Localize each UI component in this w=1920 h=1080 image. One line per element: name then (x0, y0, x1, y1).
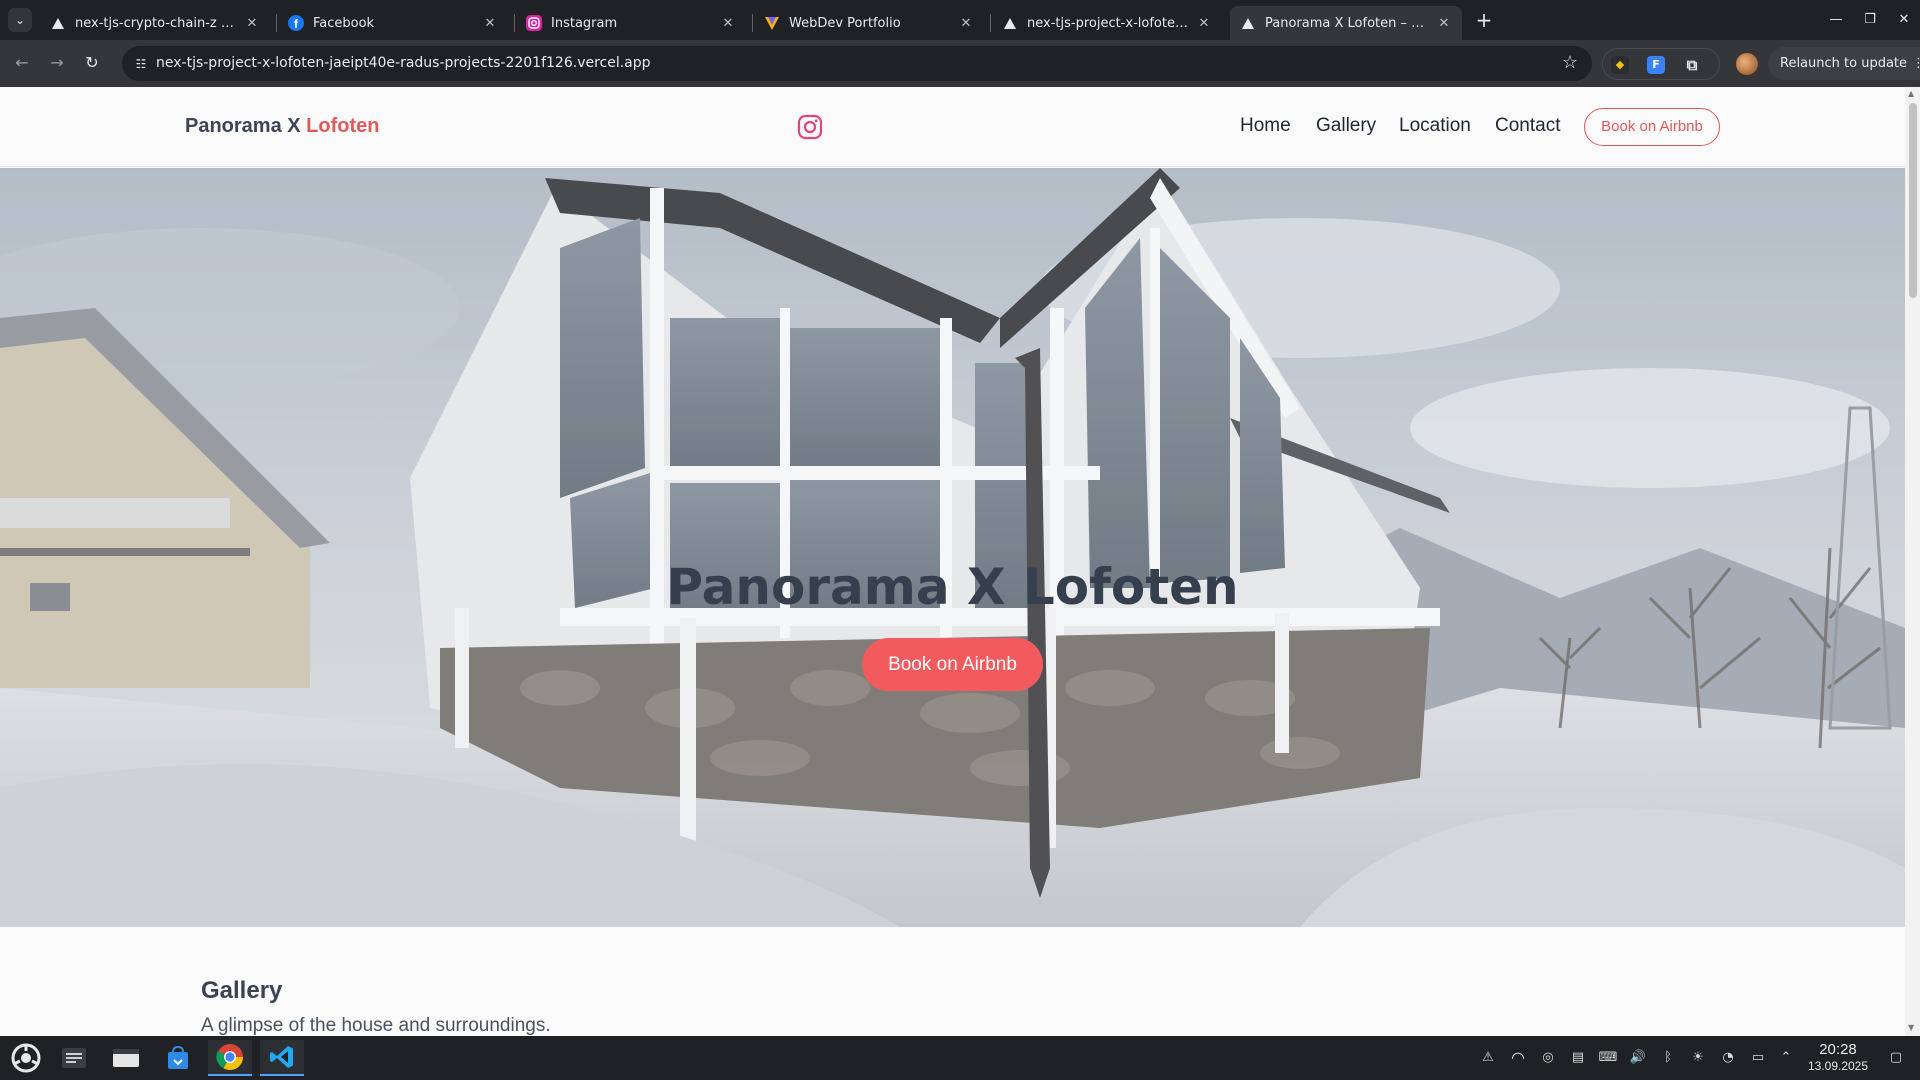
chrome-icon[interactable] (208, 1040, 252, 1076)
window-close-icon[interactable]: ✕ (1890, 8, 1918, 32)
tab-search-button[interactable]: ⌄ (8, 8, 32, 32)
header-book-airbnb-button[interactable]: Book on Airbnb (1584, 108, 1720, 146)
steam-icon[interactable]: ◠ (1508, 1048, 1528, 1068)
vercel-icon (50, 15, 66, 31)
software-store-icon[interactable] (156, 1040, 200, 1076)
url-text[interactable]: nex-tjs-project-x-lofoten-jaeipt40e-radu… (156, 55, 651, 71)
site-header: Panorama X Lofoten Home Gallery Location… (0, 87, 1905, 167)
instagram-icon (526, 15, 542, 31)
gallery-heading: Gallery (201, 977, 283, 1004)
hero-title: Panorama X Lofoten (666, 558, 1239, 616)
tab-webdev-portfolio[interactable]: WebDev Portfolio ✕ (754, 6, 984, 40)
keyboard-icon[interactable]: ⌨ (1598, 1048, 1618, 1068)
site-info-icon[interactable]: ☷ (132, 55, 150, 73)
tab-divider (990, 14, 991, 32)
close-icon[interactable]: ✕ (958, 16, 974, 31)
tab-facebook[interactable]: f Facebook ✕ (278, 6, 508, 40)
reload-icon[interactable]: ↻ (80, 51, 104, 75)
close-icon[interactable]: ✕ (1436, 16, 1452, 31)
tab-title: Instagram (551, 15, 618, 31)
vercel-icon (1240, 15, 1256, 31)
facebook-icon: f (288, 15, 304, 31)
battery-icon[interactable]: ▭ (1748, 1048, 1768, 1068)
sync-icon[interactable]: ◎ (1538, 1048, 1558, 1068)
hero-background-photo (0, 168, 1905, 927)
tab-title: WebDev Portfolio (789, 15, 901, 31)
more-menu-icon[interactable]: ⋮ (1912, 47, 1920, 80)
nav-location[interactable]: Location (1399, 115, 1471, 137)
minimize-icon[interactable]: — (1822, 8, 1850, 32)
tab-panorama-lofoten[interactable]: Panorama X Lofoten – Seas ✕ (1230, 6, 1462, 40)
extensions-puzzle-icon[interactable]: ⧉ (1683, 56, 1701, 74)
wifi-icon[interactable]: ◔ (1718, 1048, 1738, 1068)
profile-avatar[interactable] (1736, 53, 1758, 75)
page-viewport: Panorama X Lofoten Home Gallery Location… (0, 87, 1920, 1036)
clock-time: 20:28 (1819, 1041, 1857, 1058)
restore-icon[interactable]: ❐ (1856, 8, 1884, 32)
scrollbar-thumb[interactable] (1909, 103, 1917, 298)
tab-project-lofoten[interactable]: nex-tjs-project-x-lofoten – D ✕ (992, 6, 1222, 40)
gallery-subtitle: A glimpse of the house and surroundings. (201, 1015, 551, 1036)
extension-shield-icon[interactable]: ◆ (1611, 56, 1629, 74)
tab-strip: ⌄ nex-tjs-crypto-chain-z – Dep ✕ f Faceb… (0, 0, 1920, 40)
webdev-portfolio-icon (764, 15, 780, 31)
brand-name-part2: Lofoten (306, 115, 380, 137)
tab-title: nex-tjs-crypto-chain-z – Dep (75, 15, 238, 31)
address-bar[interactable]: ☷ nex-tjs-project-x-lofoten-jaeipt40e-ra… (122, 46, 1592, 81)
close-icon[interactable]: ✕ (720, 16, 736, 31)
tab-divider (752, 14, 753, 32)
hero-book-airbnb-button[interactable]: Book on Airbnb (862, 638, 1043, 691)
brand-name-part1: Panorama X (185, 115, 301, 137)
hero-section: Panorama X Lofoten Book on Airbnb (0, 168, 1905, 927)
notification-bell-icon[interactable]: ⚠ (1478, 1048, 1498, 1068)
volume-icon[interactable]: 🔊 (1628, 1048, 1648, 1068)
file-manager-icon[interactable] (104, 1040, 148, 1076)
clock-date: 13.09.2025 (1807, 1059, 1869, 1073)
system-settings-icon[interactable] (52, 1040, 96, 1076)
scroll-down-icon[interactable]: ▼ (1908, 1023, 1914, 1032)
extensions-group: ◆ F ⧉ (1602, 48, 1720, 80)
tab-divider (514, 14, 515, 32)
tab-title: Panorama X Lofoten – Seas (1265, 15, 1430, 31)
bookmark-star-icon[interactable]: ☆ (1562, 52, 1578, 73)
show-desktop-icon[interactable]: ▢ (1886, 1048, 1906, 1068)
system-clock[interactable]: 20:28 13.09.2025 (1802, 1041, 1874, 1074)
close-icon[interactable]: ✕ (1196, 16, 1212, 31)
tab-title: Facebook (313, 15, 375, 31)
bluetooth-icon[interactable]: ᛒ (1658, 1048, 1678, 1068)
tab-divider (276, 14, 277, 32)
instagram-icon[interactable] (797, 114, 823, 140)
relaunch-button[interactable]: Relaunch to update ⋮ (1768, 47, 1920, 80)
os-taskbar: ⚠ ◠ ◎ ▤ ⌨ 🔊 ᛒ ☀ ◔ ▭ ⌃ 20:28 13.09.2025 ▢ (0, 1036, 1920, 1080)
forward-arrow-icon[interactable]: → (45, 51, 69, 75)
chevron-down-icon: ⌄ (14, 13, 26, 27)
page-scrollbar[interactable]: ▲ ▼ (1905, 87, 1920, 1036)
close-icon[interactable]: ✕ (482, 16, 498, 31)
new-tab-button[interactable]: + (1472, 8, 1496, 32)
tab-crypto-chain[interactable]: nex-tjs-crypto-chain-z – Dep ✕ (40, 6, 270, 40)
relaunch-label: Relaunch to update (1780, 56, 1908, 71)
extension-f-icon[interactable]: F (1647, 56, 1665, 74)
close-icon[interactable]: ✕ (244, 16, 260, 31)
tab-title: nex-tjs-project-x-lofoten – D (1027, 15, 1190, 31)
vercel-icon (1002, 15, 1018, 31)
scroll-up-icon[interactable]: ▲ (1908, 89, 1914, 98)
app-launcher-icon[interactable] (4, 1040, 48, 1076)
nav-contact[interactable]: Contact (1495, 115, 1560, 137)
brightness-icon[interactable]: ☀ (1688, 1048, 1708, 1068)
clipboard-icon[interactable]: ▤ (1568, 1048, 1588, 1068)
back-arrow-icon[interactable]: ← (10, 51, 34, 75)
nav-gallery[interactable]: Gallery (1316, 115, 1376, 137)
tab-instagram[interactable]: Instagram ✕ (516, 6, 746, 40)
vscode-icon[interactable] (260, 1040, 304, 1076)
site-logo[interactable]: Panorama X Lofoten (185, 115, 379, 138)
chevron-up-icon[interactable]: ⌃ (1776, 1048, 1796, 1068)
nav-home[interactable]: Home (1240, 115, 1291, 137)
browser-toolbar: ← → ↻ ☷ nex-tjs-project-x-lofoten-jaeipt… (0, 40, 1920, 87)
